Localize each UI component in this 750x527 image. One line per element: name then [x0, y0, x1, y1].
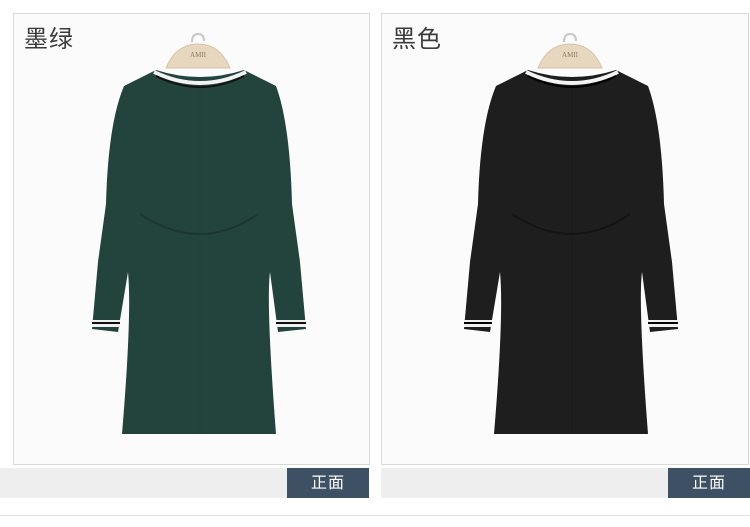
view-label: 正面	[287, 468, 369, 498]
view-bar-green: 正面	[0, 468, 369, 498]
divider	[0, 515, 750, 516]
color-label: 黑色	[392, 25, 442, 53]
dress-image: AMII	[92, 32, 306, 434]
hanger-icon: AMII	[165, 32, 231, 69]
view-bar-black: 正面	[381, 468, 750, 498]
hanger-brand-text: AMII	[190, 51, 207, 59]
dress-body	[92, 70, 306, 434]
hanger-icon: AMII	[537, 32, 603, 69]
dress-image: AMII	[464, 32, 678, 434]
product-image-panel-green: AMII 墨绿	[13, 13, 370, 465]
product-image-panel-black: AMII 黑色	[381, 13, 749, 465]
view-label: 正面	[668, 468, 750, 498]
dress-body	[464, 70, 678, 434]
color-label: 墨绿	[24, 25, 74, 53]
hanger-brand-text: AMII	[562, 51, 579, 59]
